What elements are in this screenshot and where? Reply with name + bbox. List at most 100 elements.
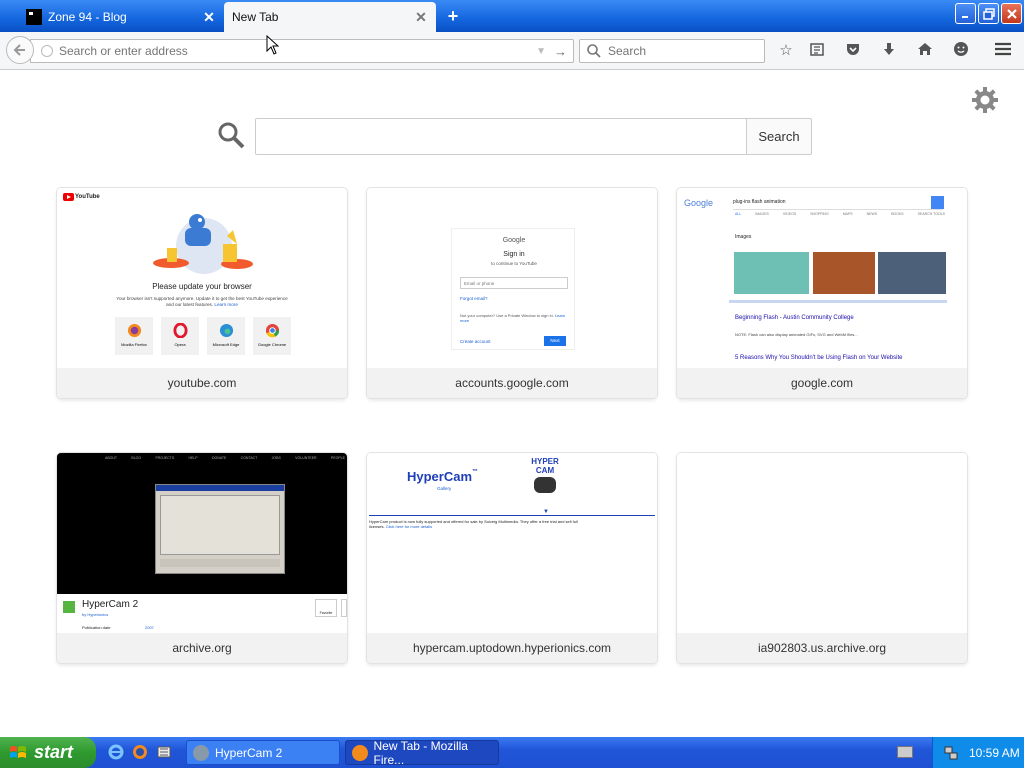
top-site-tile-accounts-google[interactable]: Google Sign in to continue to YouTube Em… [367,188,657,398]
tile-thumbnail: HyperCam™ Gallery HYPER CAM ▼ HyperCam p… [367,453,657,633]
google-tab: BOOKS [891,212,904,216]
hello-smiley-icon[interactable] [951,41,971,61]
browser-option-firefox: Mozilla Firefox [115,317,153,355]
hamburger-menu-icon[interactable] [993,41,1013,61]
tab-label: New Tab [232,10,279,24]
top-site-tile-archive[interactable]: ABOUT BLOG PROJECTS HELP DONATE CONTACT … [57,453,347,663]
pocket-icon[interactable] [843,41,863,61]
tile-caption: youtube.com [57,368,347,398]
google-tab: NEWS [866,212,878,216]
home-icon[interactable] [915,41,935,61]
dino-illustration [149,208,259,281]
start-label: start [34,742,74,762]
top-site-tile-ia902803[interactable]: ia902803.us.archive.org [677,453,967,663]
browser-name: Google Chrome [257,342,287,347]
chrome-icon [265,323,279,338]
next-button: Next [544,336,566,346]
top-site-tile-hypercam[interactable]: HyperCam™ Gallery HYPER CAM ▼ HyperCam p… [367,453,657,663]
address-bar[interactable]: ▼ → [30,39,574,63]
hypercam-logo-text: HyperCam [407,469,473,484]
newtab-search-form: Search [216,118,816,156]
clock[interactable]: 10:59 AM [969,746,1020,760]
system-tray: 10:59 AM [932,737,1024,768]
history-dropdown-icon[interactable]: ▼ [536,46,546,57]
search-bar[interactable] [579,39,765,63]
email-field: Email or phone [460,277,568,289]
back-button[interactable] [6,36,34,64]
google-tab: MAPS [842,212,853,216]
taskbar-item-hypercam[interactable]: HyperCam 2 [186,740,340,765]
archive-nav-item: DONATE [212,456,227,460]
minimize-window-button[interactable] [955,3,976,24]
signin-title: Sign in [503,251,525,258]
youtube-logo-text: YouTube [75,194,100,200]
browser-name: Opera [174,342,186,347]
top-site-tile-youtube[interactable]: YouTube Please update your browser Your … [57,188,347,398]
tile-caption: accounts.google.com [367,368,657,398]
go-arrow-icon[interactable]: → [554,44,567,59]
address-input[interactable] [57,43,537,59]
downloads-icon[interactable] [879,41,899,61]
tile-caption: ia902803.us.archive.org [677,633,967,663]
result-image [813,252,875,294]
network-icon[interactable] [943,745,959,761]
youtube-update-heading: Please update your browser [152,282,252,291]
archive-nav-item: HELP [188,456,198,460]
google-tab: SHOPPING [810,212,829,216]
quicklaunch-firefox-icon[interactable] [132,744,148,760]
bookmarks-library-icon[interactable] [807,41,827,61]
hypercam-notice: HyperCam product is now fully supported … [369,519,589,529]
taskbar-item-firefox[interactable]: New Tab - Mozilla Fire... [345,738,499,767]
arrow-down-icon: ▼ [543,509,549,515]
browser-options: Mozilla Firefox Opera Microsoft Edge Goo… [115,317,291,357]
keyboard-icon[interactable] [897,746,913,758]
signin-subtitle: to continue to YouTube [491,261,537,266]
gear-icon[interactable] [970,85,1000,115]
start-button[interactable]: start [0,737,96,768]
close-tab-icon[interactable]: ✕ [202,10,216,24]
edge-icon [219,323,233,338]
browser-option-opera: Opera [161,317,199,355]
taskbar-item-label: New Tab - Mozilla Fire... [373,738,468,767]
archive-nav-item: BLOG [131,456,142,460]
back-arrow-icon [13,44,25,56]
firefox-icon [352,744,368,761]
browser-name: Mozilla Firefox [121,342,147,347]
search-input[interactable] [606,43,764,59]
new-tab-plus-icon[interactable]: + [444,6,462,26]
tab-zone94-blog[interactable]: Zone 94 - Blog ✕ [18,3,224,30]
divider [369,515,655,516]
tab-new-tab[interactable]: New Tab ✕ [224,2,436,32]
youtube-learn-more-link: Learn more [214,302,238,307]
hypercam-details-link: Click here for more details [385,524,433,529]
site-info-icon[interactable] [41,45,53,57]
browser-option-chrome: Google Chrome [253,317,291,355]
archive-nav-item: ABOUT [105,456,118,460]
quicklaunch-media-icon[interactable] [156,744,172,760]
bookmark-star-icon[interactable]: ☆ [776,41,796,61]
browser-name: Microsoft Edge [212,342,240,347]
result-image [734,252,809,294]
signin-card: Google Sign in to continue to YouTube Em… [451,228,575,350]
top-site-tile-google[interactable]: Google plug-ins flash animation ALL IMAG… [677,188,967,398]
restore-window-button[interactable] [978,3,999,24]
quicklaunch-ie-icon[interactable] [108,744,124,760]
youtube-update-body-text: Your browser isn't supported anymore. Up… [116,296,288,307]
publication-date-value: 2007 [145,625,154,630]
google-tab: ALL [735,212,742,216]
close-tab-icon[interactable]: ✕ [414,10,428,24]
google-tab: IMAGES [755,212,769,216]
zone94-favicon-icon [26,8,42,25]
tile-caption: archive.org [57,633,347,663]
archive-nav-item: VOLUNTEER [295,456,317,460]
hypercam-badge-text: HYPER CAM [531,457,559,475]
browser-option-edge: Microsoft Edge [207,317,245,355]
newtab-search-button[interactable]: Search [746,118,812,155]
trademark-symbol: ™ [472,469,479,475]
share-button [341,599,347,617]
mouse-cursor-icon [266,34,280,55]
newtab-search-input[interactable] [255,118,747,155]
close-window-button[interactable] [1001,3,1022,24]
hypercam-icon [193,744,209,761]
opera-icon [172,323,188,338]
